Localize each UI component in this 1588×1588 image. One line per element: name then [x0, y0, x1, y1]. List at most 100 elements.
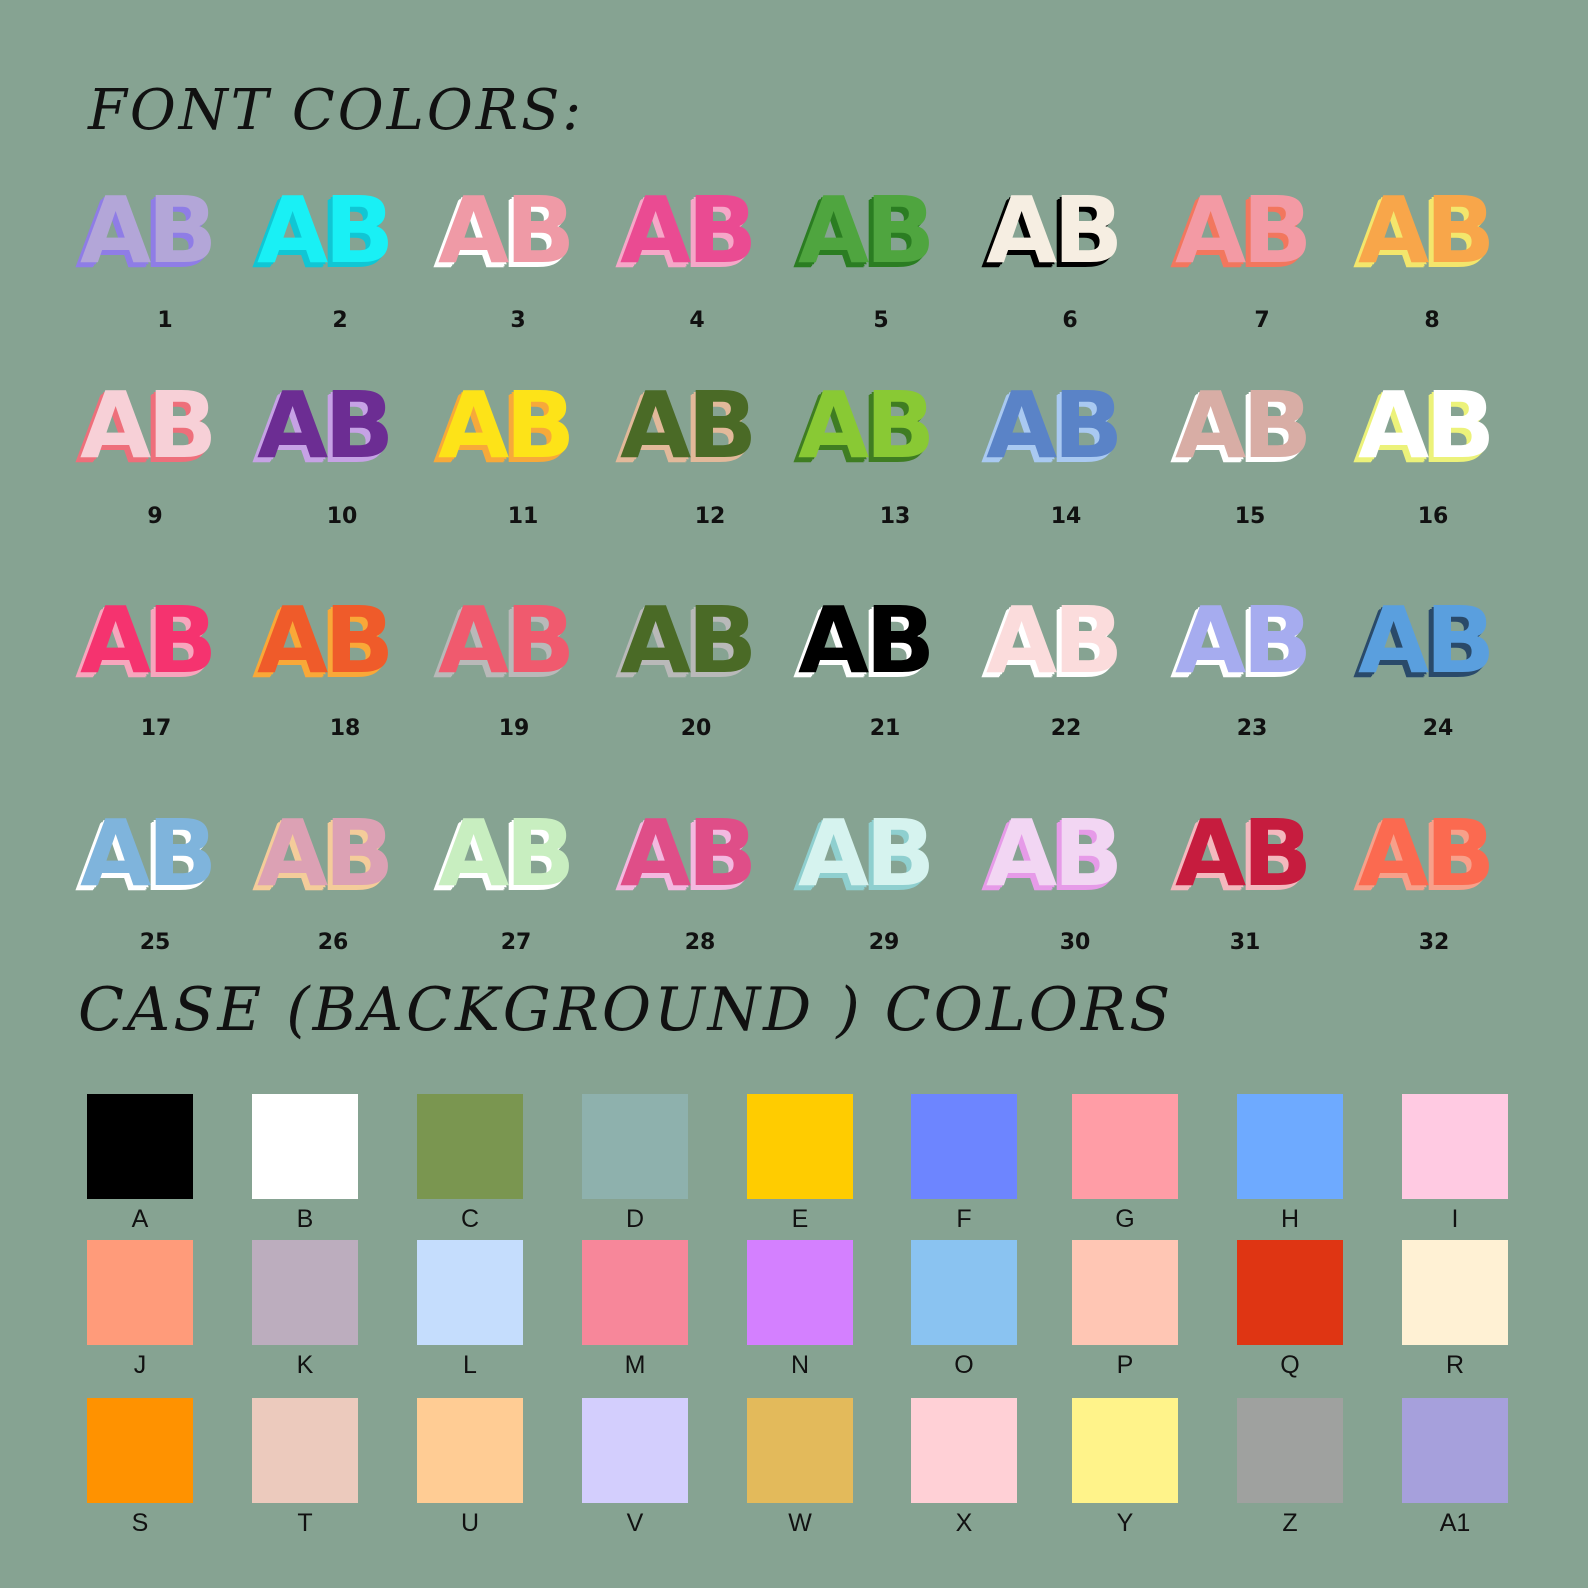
case-color-label: L	[463, 1351, 477, 1379]
font-color-sample: AB	[80, 587, 217, 694]
font-color-option-11: AB	[438, 380, 588, 510]
case-color-swatch	[582, 1398, 688, 1503]
font-color-sample: AB	[1175, 177, 1312, 284]
font-color-number: 16	[1417, 504, 1449, 529]
font-color-sample: AB	[1358, 800, 1495, 907]
font-color-option-4: AB	[620, 185, 770, 315]
case-color-label: D	[625, 1205, 645, 1233]
font-color-option-3: AB	[438, 185, 588, 315]
font-color-option-31: AB	[1175, 808, 1325, 938]
case-color-swatch	[747, 1094, 853, 1199]
case-color-option-t: T	[252, 1398, 358, 1538]
case-color-option-n: N	[747, 1240, 853, 1380]
font-color-number: 23	[1236, 716, 1268, 741]
font-color-option-7: AB	[1175, 185, 1325, 315]
font-color-number: 13	[879, 504, 911, 529]
case-color-swatch	[747, 1398, 853, 1503]
font-color-sample: AB	[257, 800, 394, 907]
case-color-swatch	[1237, 1240, 1343, 1345]
case-color-option-x: X	[911, 1398, 1017, 1538]
case-color-label: P	[1116, 1351, 1134, 1379]
case-color-label: E	[791, 1205, 809, 1233]
case-color-label: T	[297, 1509, 313, 1537]
font-color-number: 9	[147, 504, 163, 529]
font-color-number: 20	[680, 716, 712, 741]
case-color-option-u: U	[417, 1398, 523, 1538]
case-color-label: J	[133, 1351, 147, 1379]
font-color-sample: AB	[798, 800, 935, 907]
case-color-option-l: L	[417, 1240, 523, 1380]
font-color-number: 31	[1229, 930, 1261, 955]
font-color-number: 12	[694, 504, 726, 529]
case-color-label: Y	[1116, 1509, 1134, 1537]
case-color-swatch	[1072, 1240, 1178, 1345]
font-color-sample: AB	[1175, 800, 1312, 907]
font-color-sample: AB	[257, 177, 394, 284]
case-color-swatch	[1237, 1094, 1343, 1199]
font-color-number: 24	[1422, 716, 1454, 741]
font-color-option-12: AB	[620, 380, 770, 510]
font-color-sample: AB	[438, 177, 575, 284]
font-color-number: 1	[157, 308, 173, 333]
case-color-option-r: R	[1402, 1240, 1508, 1380]
case-color-label: A1	[1439, 1509, 1471, 1537]
case-color-option-d: D	[582, 1094, 688, 1234]
font-color-number: 21	[869, 716, 901, 741]
case-color-swatch	[911, 1240, 1017, 1345]
font-color-option-6: AB	[986, 185, 1136, 315]
case-color-swatch	[417, 1094, 523, 1199]
font-color-sample: AB	[986, 177, 1123, 284]
font-color-sample: AB	[257, 372, 394, 479]
case-color-label: Q	[1280, 1351, 1300, 1379]
font-color-option-17: AB	[80, 595, 230, 725]
font-color-number: 26	[317, 930, 349, 955]
case-color-option-a: A	[87, 1094, 193, 1234]
font-color-option-9: AB	[80, 380, 230, 510]
case-color-swatch	[87, 1240, 193, 1345]
font-color-sample: AB	[80, 372, 217, 479]
case-color-swatch	[252, 1094, 358, 1199]
font-color-option-20: AB	[620, 595, 770, 725]
case-color-swatch	[417, 1398, 523, 1503]
font-color-sample: AB	[798, 587, 935, 694]
font-color-option-22: AB	[986, 595, 1136, 725]
font-color-number: 18	[329, 716, 361, 741]
case-color-swatch	[1402, 1240, 1508, 1345]
font-color-option-1: AB	[80, 185, 230, 315]
font-color-sample: AB	[1175, 587, 1312, 694]
font-color-option-8: AB	[1358, 185, 1508, 315]
font-color-number: 7	[1254, 308, 1270, 333]
font-color-sample: AB	[798, 372, 935, 479]
case-color-swatch	[417, 1240, 523, 1345]
case-color-swatch	[87, 1398, 193, 1503]
font-color-number: 32	[1418, 930, 1450, 955]
font-color-sample: AB	[1358, 372, 1495, 479]
font-color-number: 17	[140, 716, 172, 741]
font-color-sample: AB	[620, 372, 757, 479]
case-color-option-v: V	[582, 1398, 688, 1538]
case-color-option-o: O	[911, 1240, 1017, 1380]
font-color-number: 29	[868, 930, 900, 955]
case-color-swatch	[582, 1094, 688, 1199]
case-color-option-y: Y	[1072, 1398, 1178, 1538]
font-color-option-32: AB	[1358, 808, 1508, 938]
font-color-option-5: AB	[798, 185, 948, 315]
case-color-swatch	[87, 1094, 193, 1199]
case-color-option-e: E	[747, 1094, 853, 1234]
font-color-option-27: AB	[438, 808, 588, 938]
case-color-swatch	[1072, 1398, 1178, 1503]
case-color-option-f: F	[911, 1094, 1017, 1234]
font-color-sample: AB	[438, 372, 575, 479]
case-color-option-g: G	[1072, 1094, 1178, 1234]
case-color-label: S	[131, 1509, 149, 1537]
case-color-swatch	[1072, 1094, 1178, 1199]
case-color-option-c: C	[417, 1094, 523, 1234]
font-color-number: 3	[510, 308, 526, 333]
font-color-number: 8	[1424, 308, 1440, 333]
case-color-label: H	[1280, 1205, 1300, 1233]
case-color-label: M	[624, 1351, 646, 1379]
case-color-option-h: H	[1237, 1094, 1343, 1234]
font-color-option-28: AB	[620, 808, 770, 938]
font-color-grid: AB 1 AB 2 AB 3 AB 4 AB 5 AB 6 AB 7 AB 8 AB 9 AB 10 AB 11 AB 12 A…	[0, 0, 1588, 960]
case-color-label: N	[790, 1351, 810, 1379]
